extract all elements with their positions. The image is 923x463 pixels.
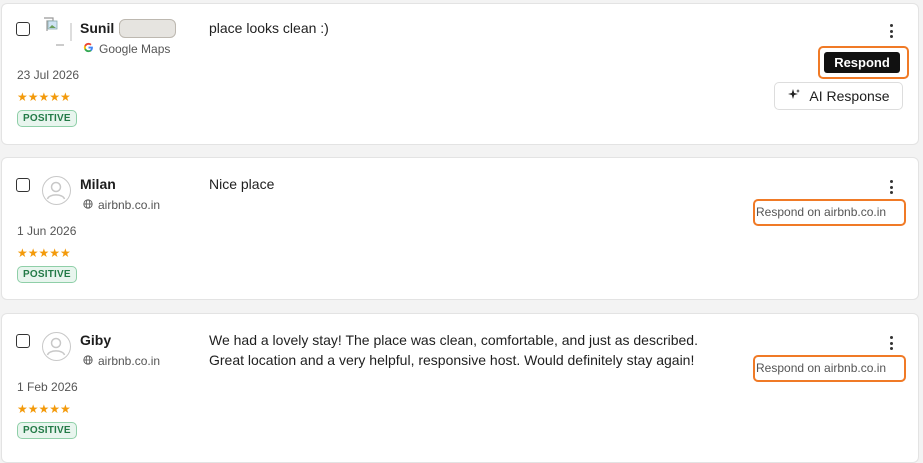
review-source-label: airbnb.co.in [98, 354, 161, 368]
sentiment-badge: POSITIVE [17, 110, 77, 127]
respond-on-platform-link[interactable]: Respond on airbnb.co.in [756, 205, 902, 219]
review-date: 1 Jun 2026 [17, 224, 77, 238]
review-select-checkbox[interactable] [16, 22, 30, 36]
stars-label: ★★★★★ [17, 246, 71, 260]
review-text-line: Great location and a very helpful, respo… [209, 352, 695, 368]
kebab-menu-icon[interactable] [886, 24, 896, 38]
review-date: 1 Feb 2026 [17, 380, 78, 394]
star-rating: ★★★★★ [17, 91, 71, 103]
review-text: place looks clean :) [209, 20, 329, 36]
sentiment-badge: POSITIVE [17, 266, 77, 283]
review-date: 23 Jul 2026 [17, 68, 80, 82]
respond-button[interactable]: Respond [824, 52, 900, 73]
user-avatar-icon [42, 332, 71, 361]
sentiment-badge: POSITIVE [17, 422, 77, 439]
review-text: Nice place [209, 176, 275, 192]
reviewer-name: Giby [80, 332, 112, 348]
user-avatar-icon [42, 176, 71, 205]
star-rating: ★★★★★ [17, 403, 71, 415]
review-text: We had a lovely stay! The place was clea… [209, 330, 698, 370]
ai-response-button[interactable]: AI Response [774, 82, 903, 110]
review-text-line: We had a lovely stay! The place was clea… [209, 332, 698, 348]
review-source: Google Maps [83, 42, 170, 56]
review-source: airbnb.co.in [83, 198, 160, 212]
review-source: airbnb.co.in [83, 354, 160, 368]
google-g-icon [83, 42, 94, 56]
star-rating: ★★★★★ [17, 247, 71, 259]
redacted-name-block [119, 19, 176, 38]
respond-on-platform-link[interactable]: Respond on airbnb.co.in [756, 361, 902, 375]
sparkle-icon [787, 88, 801, 105]
review-source-label: Google Maps [99, 42, 171, 56]
kebab-menu-icon[interactable] [886, 336, 896, 350]
broken-image-icon [42, 17, 72, 47]
globe-icon [83, 198, 93, 212]
kebab-menu-icon[interactable] [886, 180, 896, 194]
review-select-checkbox[interactable] [16, 334, 30, 348]
globe-icon [83, 354, 93, 368]
review-card [1, 157, 919, 300]
reviewer-name: Milan [80, 176, 116, 192]
review-source-label: airbnb.co.in [98, 198, 161, 212]
stars-label: ★★★★★ [17, 90, 71, 104]
stars-label: ★★★★★ [17, 402, 71, 416]
review-select-checkbox[interactable] [16, 178, 30, 192]
ai-response-label: AI Response [809, 88, 890, 104]
